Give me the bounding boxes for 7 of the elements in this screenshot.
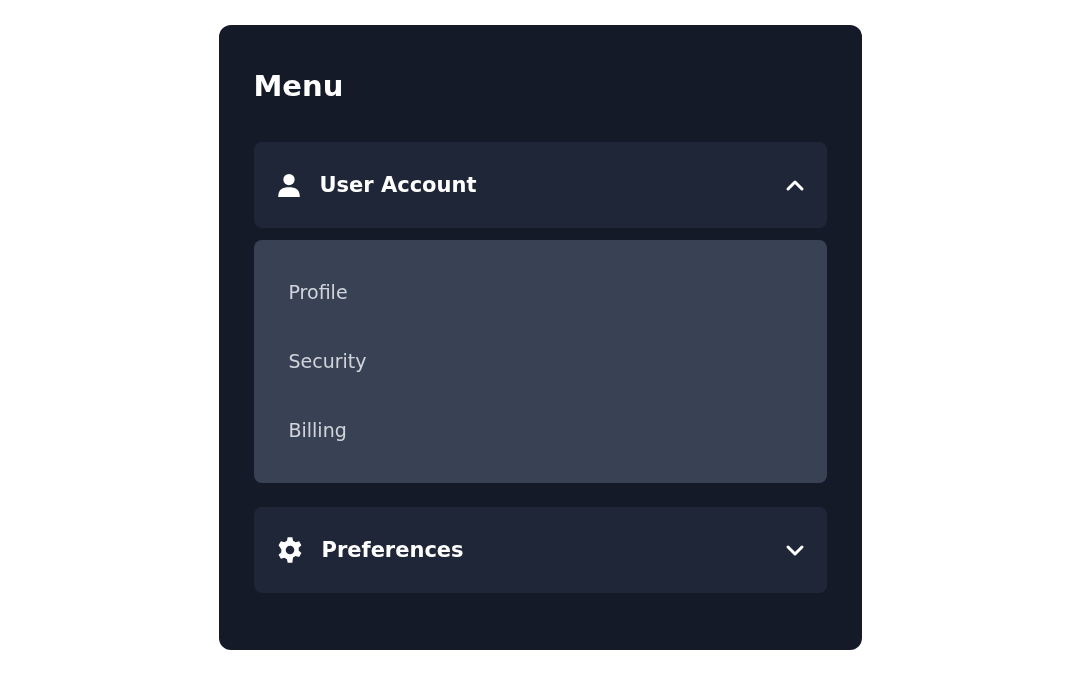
section-header[interactable]: Preferences <box>253 506 827 593</box>
menu-title: Menu <box>253 69 345 104</box>
user-icon <box>275 171 302 198</box>
section-header[interactable]: User Account <box>253 141 827 228</box>
submenu-item[interactable]: Security <box>253 326 827 396</box>
submenu-item[interactable]: Profile <box>253 257 827 327</box>
submenu-item[interactable]: Billing <box>253 395 827 465</box>
